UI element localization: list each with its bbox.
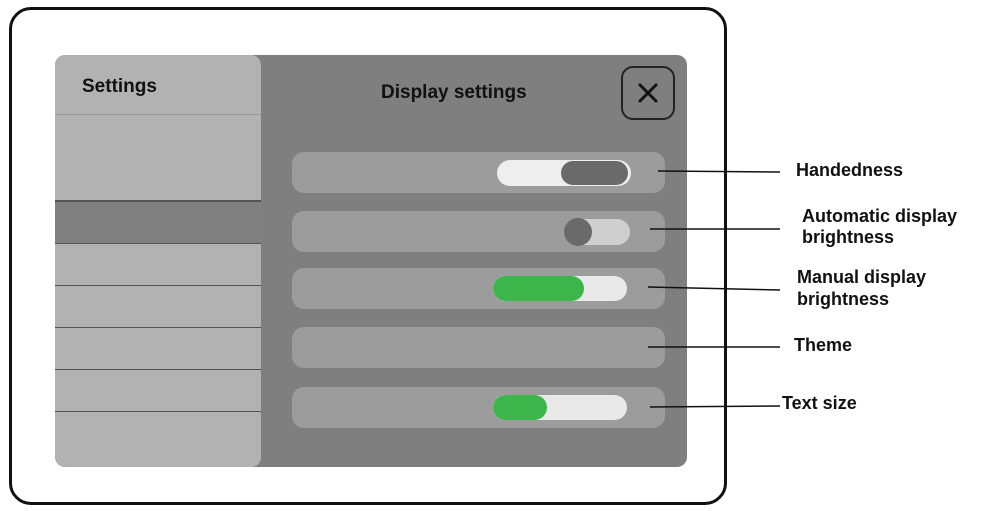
manual-brightness-callout-label-line1: Manual display [797, 267, 927, 287]
text-size-callout-line [649, 405, 781, 408]
auto-brightness-callout-label-line2: brightness [802, 227, 895, 247]
manual-brightness-callout-line [647, 286, 781, 291]
theme-callout-label: Theme [794, 335, 853, 355]
text-size-callout-label: Text size [782, 393, 857, 413]
callout-lines [647, 170, 781, 408]
auto-brightness-callout-label-line1: Automatic display [802, 206, 958, 226]
handedness-callout-label: Handedness [796, 160, 904, 180]
manual-brightness-callout-label-line2: brightness [797, 289, 890, 309]
handedness-callout-line [657, 170, 781, 173]
